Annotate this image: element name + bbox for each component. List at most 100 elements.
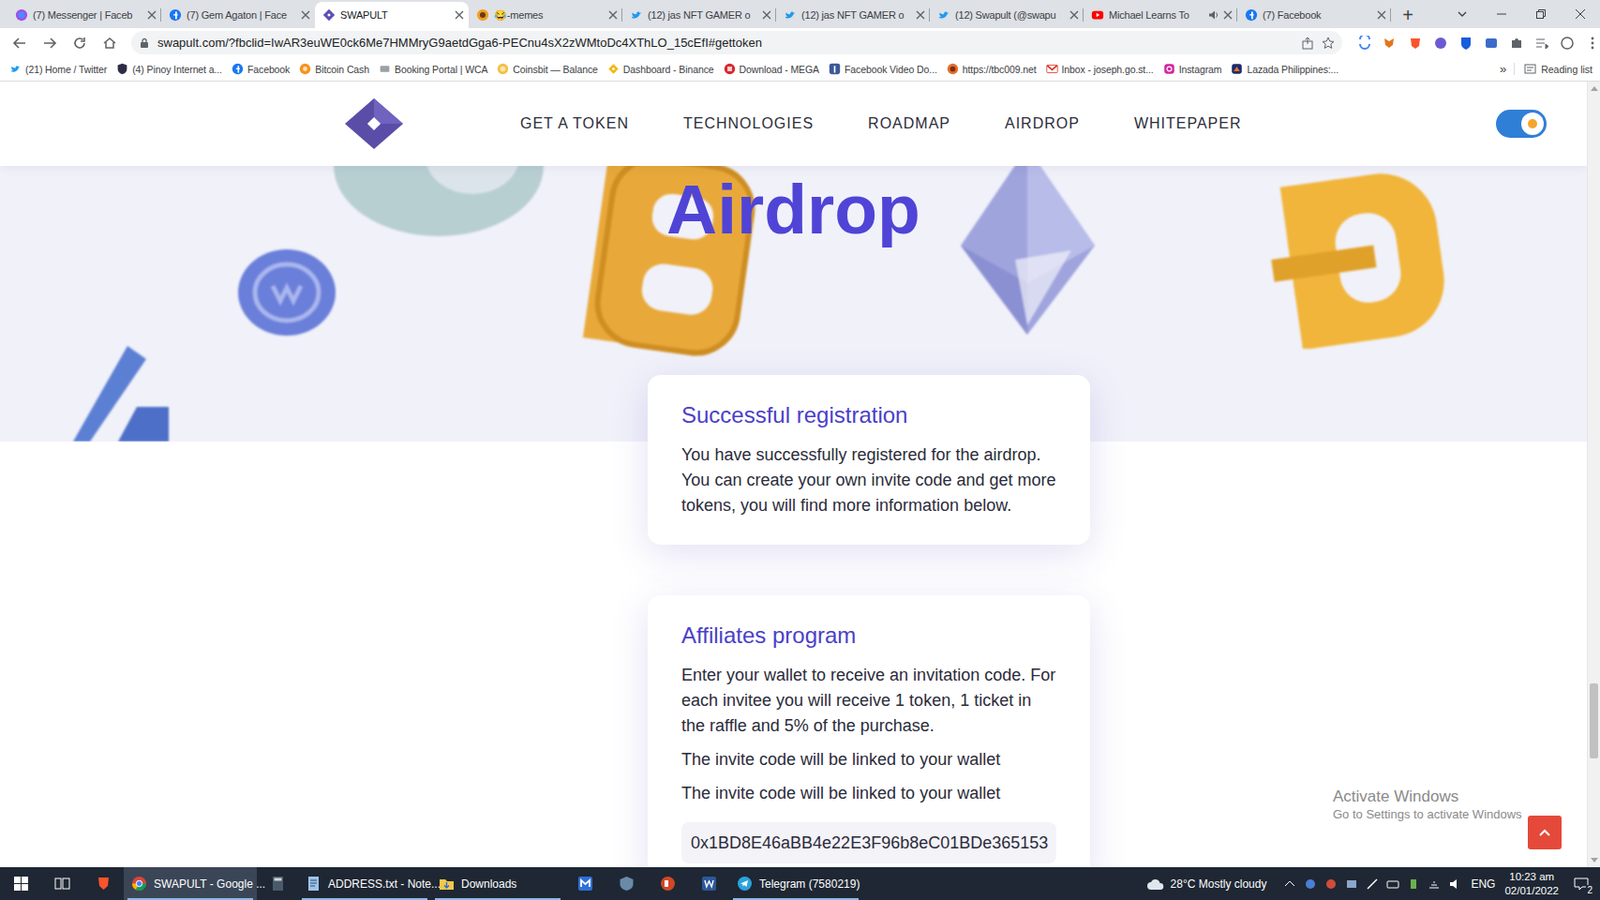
nav-link[interactable]: TECHNOLOGIES [683, 115, 814, 133]
nav-link[interactable]: GET A TOKEN [520, 115, 629, 133]
bookmark[interactable]: https://tbc009.net [946, 62, 1037, 75]
close-icon[interactable] [608, 10, 618, 20]
scroll-thumb[interactable] [1589, 683, 1599, 759]
close-icon[interactable] [147, 10, 157, 20]
browser-tab[interactable]: (12) Swapult (@swapu [929, 1, 1084, 29]
downloads-taskbar-button[interactable]: Downloads [431, 867, 565, 900]
scroll-up-button[interactable] [1587, 81, 1600, 95]
bookmark[interactable]: Facebook [231, 62, 290, 75]
close-icon[interactable] [1069, 10, 1079, 20]
site-logo[interactable] [340, 96, 408, 151]
tray-1-icon[interactable] [1303, 877, 1317, 891]
tray-8-icon[interactable] [1448, 877, 1462, 891]
browser-tab[interactable]: (7) Gem Agaton | Face [161, 1, 315, 29]
language-indicator[interactable]: ENG [1470, 877, 1496, 891]
browser-tab[interactable]: Michael Learns To [1083, 1, 1238, 29]
tray-3-icon[interactable] [1345, 877, 1359, 891]
playlist-button[interactable] [1532, 30, 1552, 56]
action-center-button[interactable]: 2 [1568, 869, 1595, 898]
notepad-taskbar-button[interactable]: ADDRESS.txt - Note... [298, 867, 432, 900]
bookmark[interactable]: (4) Pinoy Internet a... [116, 62, 223, 75]
metamask-button[interactable] [1380, 30, 1400, 56]
scrollbar[interactable] [1586, 81, 1600, 868]
restore-button[interactable] [1521, 0, 1561, 29]
tab-label: (7) Messenger | Faceb [32, 9, 143, 21]
shape [477, 9, 489, 21]
bitwarden-button[interactable] [1456, 30, 1476, 56]
sync-button[interactable] [1557, 30, 1577, 56]
theme-toggle[interactable] [1495, 109, 1547, 138]
taskview-taskbar-button[interactable] [41, 867, 83, 900]
brave-taskbar-button[interactable] [82, 867, 124, 900]
brave-button[interactable] [1405, 30, 1425, 56]
scroll-to-top-button[interactable] [1527, 815, 1562, 850]
brave-icon [95, 875, 112, 892]
shield-taskbar-button[interactable] [605, 867, 647, 900]
calculator-taskbar-button[interactable] [256, 867, 299, 900]
nav-link[interactable]: AIRDROP [1004, 115, 1080, 133]
bookmark[interactable]: Dashboard - Binance [607, 62, 715, 75]
word-taskbar-button[interactable] [687, 867, 730, 900]
menu-button[interactable] [1583, 30, 1600, 56]
reload-button[interactable] [67, 30, 92, 56]
scroll-down-button[interactable] [1587, 853, 1600, 868]
back-button[interactable] [7, 30, 32, 56]
mtool-taskbar-button[interactable] [564, 867, 606, 900]
bookmark[interactable]: Instagram [1163, 62, 1223, 75]
puzzle-button[interactable] [1507, 30, 1526, 56]
bookmark[interactable]: Facebook Video Do... [828, 62, 938, 75]
telegram-icon [736, 875, 753, 892]
tray-0-icon[interactable] [1283, 877, 1297, 891]
browser-tab[interactable]: (7) Facebook [1237, 1, 1391, 29]
bookmark-label: (4) Pinoy Internet a... [132, 63, 223, 75]
watermark-title: Activate Windows [1332, 786, 1523, 807]
close-icon[interactable] [454, 10, 464, 20]
address-bar[interactable]: swapult.com/?fbclid=IwAR3euWE0ck6Me7HMMr… [131, 30, 1343, 55]
close-icon[interactable] [1223, 10, 1233, 20]
nav-link[interactable]: ROADMAP [867, 115, 951, 133]
close-window-button[interactable] [1560, 0, 1600, 29]
powerpoint-taskbar-button[interactable] [646, 867, 688, 900]
browser-tab[interactable]: (7) Messenger | Faceb [7, 1, 162, 29]
tray-4-icon[interactable] [1365, 877, 1379, 891]
more-bookmarks-button[interactable]: » [1492, 61, 1514, 76]
lens-button[interactable] [1355, 30, 1375, 56]
browser-tab[interactable]: SWAPULT [314, 1, 469, 29]
tray-7-icon[interactable] [1427, 877, 1441, 891]
telegram-taskbar-button[interactable]: Telegram (7580219) [729, 867, 863, 900]
new-tab-button[interactable]: + [1394, 1, 1421, 29]
bookmark[interactable]: Download - MEGA [723, 62, 820, 75]
browser-tab[interactable]: 😂-memes [468, 1, 623, 29]
browser-tab[interactable]: (12) jas NFT GAMER o [776, 1, 930, 29]
close-icon[interactable] [300, 10, 311, 20]
bookmark[interactable]: (21) Home / Twitter [9, 62, 107, 75]
clock[interactable]: 10:23 am02/01/2022 [1504, 869, 1559, 898]
close-icon[interactable] [1376, 10, 1387, 20]
home-button[interactable] [97, 30, 122, 56]
bookmark[interactable]: Coinsbit — Balance [496, 62, 598, 75]
extension-button[interactable] [1431, 30, 1451, 56]
tray-6-icon[interactable] [1406, 877, 1421, 891]
bookmark[interactable]: Booking Portal | WCA [378, 62, 488, 75]
close-icon[interactable] [762, 10, 772, 20]
nav-link[interactable]: WHITEPAPER [1134, 115, 1242, 133]
tray-5-icon[interactable] [1386, 877, 1400, 891]
forward-button[interactable] [37, 30, 62, 56]
bookmark[interactable]: Bitcoin Cash [299, 62, 370, 75]
binance-icon [607, 62, 620, 75]
start-taskbar-button[interactable] [0, 867, 42, 900]
dogecoin-coin-icon [1262, 166, 1467, 349]
close-icon[interactable] [915, 10, 926, 20]
bookmark[interactable]: Lazada Philippines:... [1230, 62, 1339, 75]
chrome-taskbar-button[interactable]: SWAPULT - Google ... [123, 867, 257, 900]
wallet-field[interactable]: 0x1BD8E46aBB4e22E3F96b8eC01BDe365153 [681, 822, 1057, 864]
tab-label: (7) Gem Agaton | Face [186, 9, 297, 21]
weather-widget[interactable]: 28°C Mostly cloudy [1146, 877, 1268, 891]
tab-search-button[interactable] [1442, 0, 1482, 29]
badge-button[interactable] [1481, 30, 1501, 56]
browser-tab[interactable]: (12) jas NFT GAMER o [622, 1, 777, 29]
bookmark[interactable]: Inbox - joseph.go.st... [1046, 62, 1154, 75]
reading-list-button[interactable]: Reading list [1513, 62, 1593, 75]
tray-2-icon[interactable] [1324, 877, 1338, 891]
minimize-button[interactable] [1481, 0, 1522, 29]
